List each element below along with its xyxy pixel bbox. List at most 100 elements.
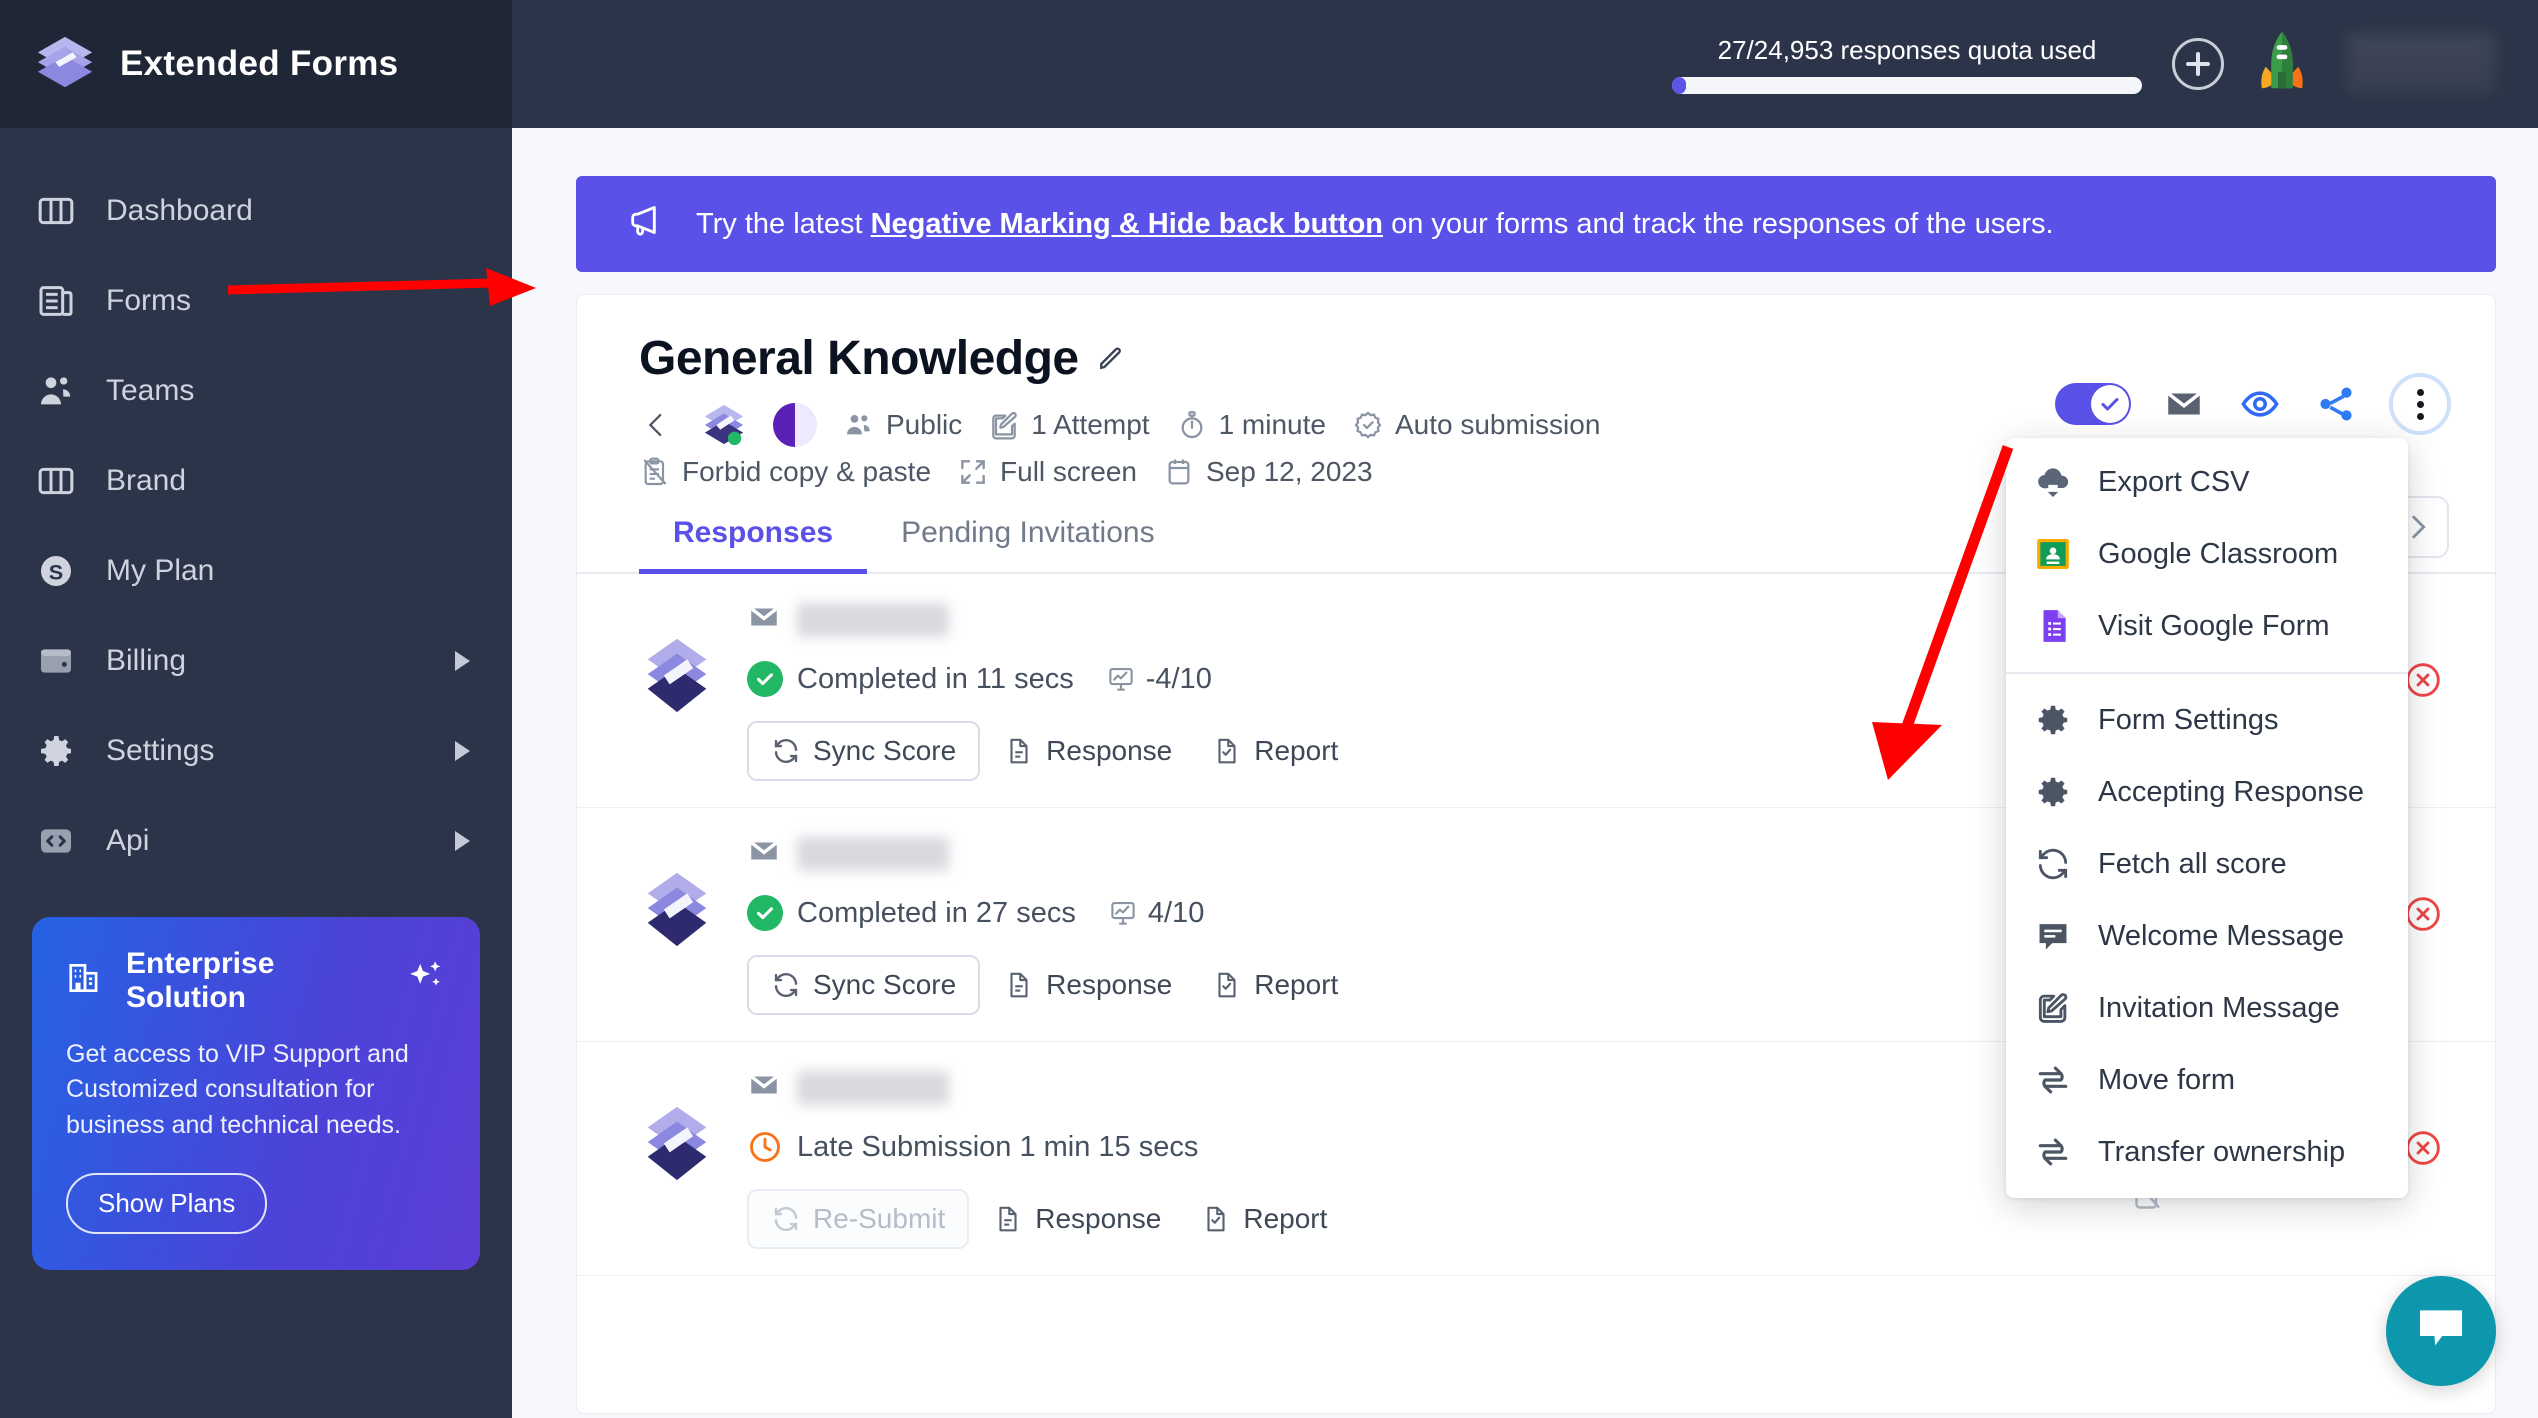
megaphone-icon bbox=[626, 200, 666, 248]
plus-circle-icon[interactable] bbox=[2172, 38, 2224, 90]
row-actions: Re-Submit Response Report bbox=[747, 1189, 2129, 1249]
show-plans-button[interactable]: Show Plans bbox=[66, 1173, 268, 1234]
view-response-button[interactable]: Response bbox=[977, 1191, 1177, 1247]
quota-progress-bar bbox=[1672, 76, 2142, 94]
respondent-email bbox=[797, 836, 949, 871]
mail-icon bbox=[747, 600, 781, 639]
sidebar-item-label: Billing bbox=[106, 644, 187, 677]
eye-icon[interactable] bbox=[2237, 381, 2283, 427]
tab-pending-invitations[interactable]: Pending Invitations bbox=[867, 516, 1189, 572]
rocket-icon[interactable] bbox=[2254, 29, 2310, 99]
meta-attempts: 1 Attempt bbox=[988, 409, 1150, 441]
chat-support-button[interactable] bbox=[2386, 1276, 2496, 1386]
code-brackets-icon bbox=[34, 819, 78, 863]
score-value: 4/10 bbox=[1147, 896, 1205, 929]
delete-response-button[interactable] bbox=[2403, 1128, 2443, 1168]
button-label: Sync Score bbox=[813, 969, 957, 1000]
meta-label: Public bbox=[886, 409, 963, 440]
sidebar-item-label: Api bbox=[106, 824, 150, 857]
avatar bbox=[773, 403, 817, 447]
menu-item-fetch-all-score[interactable]: Fetch all score bbox=[2006, 828, 2408, 900]
menu-item-label: Export CSV bbox=[2098, 465, 2250, 498]
chevron-left-icon[interactable] bbox=[639, 405, 673, 445]
share-icon[interactable] bbox=[2313, 381, 2359, 427]
meta-public: Public bbox=[843, 409, 962, 441]
delete-response-button[interactable] bbox=[2403, 894, 2443, 934]
sidebar-item-settings[interactable]: Settings bbox=[0, 706, 512, 796]
meta-duration: 1 minute bbox=[1176, 409, 1326, 441]
gear-icon bbox=[2034, 701, 2072, 739]
edit-square-icon bbox=[2034, 989, 2072, 1027]
sync-score-button[interactable]: Sync Score bbox=[747, 721, 981, 781]
user-avatar[interactable] bbox=[2346, 33, 2496, 95]
banner-text: Try the latest Negative Marking & Hide b… bbox=[696, 208, 2054, 241]
sidebar-item-dashboard[interactable]: Dashboard bbox=[0, 166, 512, 256]
banner-prefix: Try the latest bbox=[696, 207, 871, 240]
menu-item-export-csv[interactable]: Export CSV bbox=[2006, 446, 2408, 518]
promo-banner[interactable]: Try the latest Negative Marking & Hide b… bbox=[576, 176, 2496, 272]
tab-responses[interactable]: Responses bbox=[639, 516, 868, 574]
button-label: Response bbox=[1046, 969, 1173, 1000]
google-forms-icon bbox=[2034, 607, 2072, 645]
menu-item-invitation-message[interactable]: Invitation Message bbox=[2006, 972, 2408, 1044]
brand-name: Extended Forms bbox=[120, 44, 399, 83]
forms-icon bbox=[34, 279, 78, 323]
menu-item-move-form[interactable]: Move form bbox=[2006, 1044, 2408, 1116]
svg-text:S: S bbox=[49, 559, 63, 584]
button-label: Report bbox=[1254, 969, 1339, 1000]
meta-auto-submission: Auto submission bbox=[1352, 409, 1600, 441]
button-label: Response bbox=[1046, 735, 1173, 766]
mail-icon[interactable] bbox=[2161, 381, 2207, 427]
delete-response-button[interactable] bbox=[2403, 660, 2443, 700]
menu-item-form-settings[interactable]: Form Settings bbox=[2006, 684, 2408, 756]
view-report-button[interactable]: Report bbox=[1185, 1191, 1343, 1247]
view-report-button[interactable]: Report bbox=[1196, 957, 1354, 1013]
form-thumbnail bbox=[701, 402, 747, 448]
meta-label: Auto submission bbox=[1394, 409, 1601, 440]
accepting-responses-toggle[interactable] bbox=[2055, 383, 2131, 425]
status-text: Completed in 11 secs bbox=[797, 662, 1074, 695]
sidebar-item-teams[interactable]: Teams bbox=[0, 346, 512, 436]
promo-title: Enterprise Solution bbox=[126, 946, 275, 1014]
menu-item-label: Google Classroom bbox=[2098, 537, 2339, 570]
button-label: Re-Submit bbox=[813, 1203, 946, 1234]
chat-bubble-icon bbox=[2413, 1301, 2469, 1362]
sidebar-item-label: Settings bbox=[106, 734, 215, 767]
sidebar-item-label: Brand bbox=[106, 464, 187, 497]
enterprise-solution-card: Enterprise Solution Get access to VIP Su… bbox=[32, 916, 480, 1270]
view-response-button[interactable]: Response bbox=[988, 957, 1188, 1013]
swap-arrows-icon bbox=[2034, 1133, 2072, 1171]
meta-label: Forbid copy & paste bbox=[682, 456, 932, 487]
swap-arrows-icon bbox=[2034, 1061, 2072, 1099]
top-bar: 27/24,953 responses quota used bbox=[512, 0, 2538, 128]
message-icon bbox=[2034, 917, 2072, 955]
meta-forbid-copy-paste: Forbid copy & paste bbox=[639, 456, 931, 488]
status-text: Completed in 27 secs bbox=[797, 896, 1076, 929]
cloud-download-icon bbox=[2034, 463, 2072, 501]
banner-link[interactable]: Negative Marking & Hide back button bbox=[871, 208, 1383, 240]
view-report-button[interactable]: Report bbox=[1196, 723, 1354, 779]
menu-divider bbox=[2006, 672, 2408, 674]
button-label: Report bbox=[1254, 735, 1339, 766]
kebab-menu-icon[interactable] bbox=[2389, 373, 2451, 435]
pencil-icon[interactable] bbox=[1095, 344, 1125, 374]
menu-item-visit-google-form[interactable]: Visit Google Form bbox=[2006, 590, 2408, 662]
menu-item-welcome-message[interactable]: Welcome Message bbox=[2006, 900, 2408, 972]
sidebar-item-my-plan[interactable]: S My Plan bbox=[0, 526, 512, 616]
menu-item-transfer-ownership[interactable]: Transfer ownership bbox=[2006, 1116, 2408, 1188]
view-response-button[interactable]: Response bbox=[988, 723, 1188, 779]
menu-item-accepting-response[interactable]: Accepting Response bbox=[2006, 756, 2408, 828]
sync-score-button[interactable]: Sync Score bbox=[747, 955, 981, 1015]
chevron-right-icon bbox=[455, 651, 470, 671]
mail-icon bbox=[747, 1068, 781, 1107]
score-badge: -4/10 bbox=[1106, 663, 1212, 696]
menu-item-google-classroom[interactable]: Google Classroom bbox=[2006, 518, 2408, 590]
response-status: Completed in 11 secs -4/10 bbox=[747, 661, 2129, 697]
meta-label: 1 minute bbox=[1218, 409, 1326, 440]
form-header-actions bbox=[2055, 373, 2451, 435]
refresh-icon bbox=[2034, 845, 2072, 883]
sidebar-item-billing[interactable]: Billing bbox=[0, 616, 512, 706]
sidebar-item-api[interactable]: Api bbox=[0, 796, 512, 886]
sidebar-item-brand[interactable]: Brand bbox=[0, 436, 512, 526]
sidebar-item-forms[interactable]: Forms bbox=[0, 256, 512, 346]
